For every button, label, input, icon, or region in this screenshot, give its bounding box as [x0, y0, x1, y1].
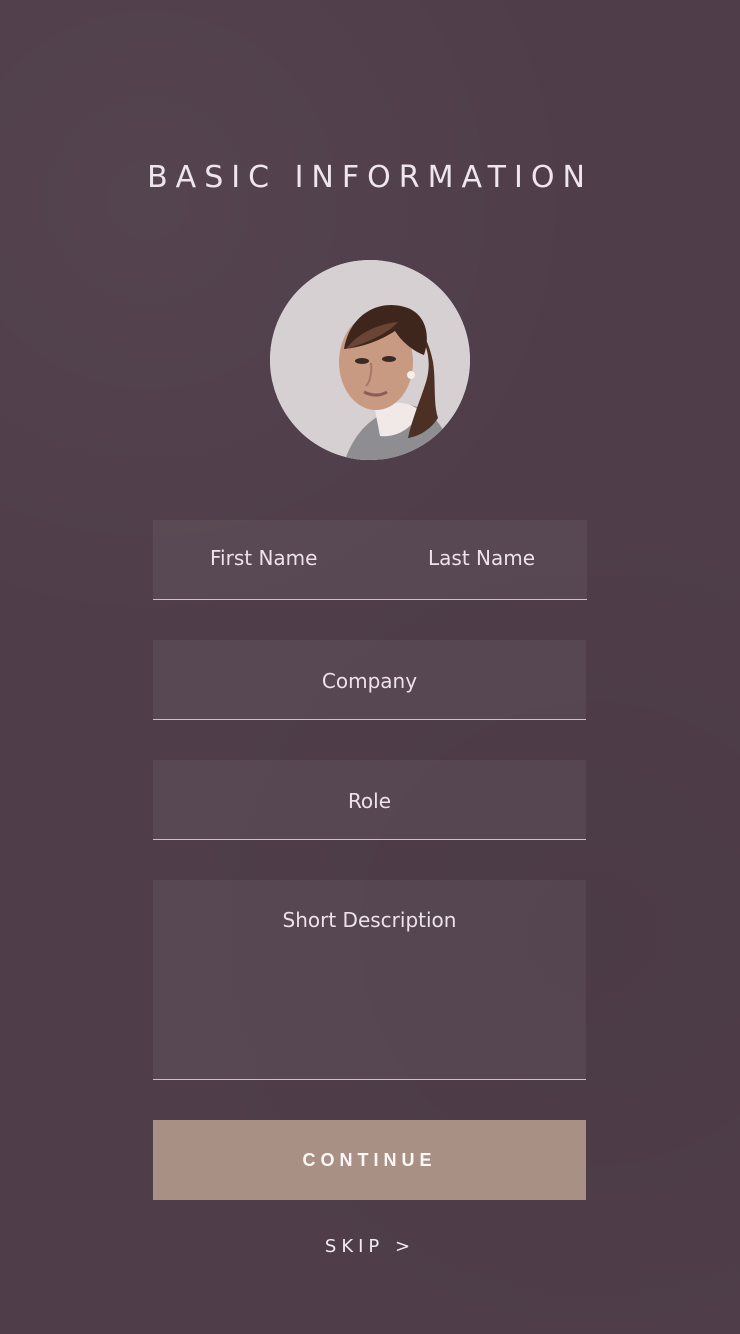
first-name-input[interactable]: First Name [210, 546, 317, 570]
user-photo-icon [270, 260, 470, 460]
last-name-input[interactable]: Last Name [428, 546, 535, 570]
role-input[interactable]: Role [153, 760, 586, 840]
role-placeholder: Role [347, 789, 392, 813]
avatar[interactable] [270, 260, 470, 460]
name-fields: First Name Last Name [153, 520, 587, 600]
company-input[interactable]: Company [153, 640, 586, 720]
page-title: BASIC INFORMATION [147, 160, 593, 195]
short-description-textarea[interactable]: Short Description [153, 880, 586, 1080]
onboarding-screen: BASIC INFORMATION First Name Last Name C… [0, 0, 740, 1334]
skip-link[interactable]: SKIP > [0, 1236, 740, 1257]
company-placeholder: Company [321, 669, 418, 693]
continue-button[interactable]: CONTINUE [153, 1120, 586, 1200]
short-description-placeholder: Short Description [282, 908, 457, 932]
